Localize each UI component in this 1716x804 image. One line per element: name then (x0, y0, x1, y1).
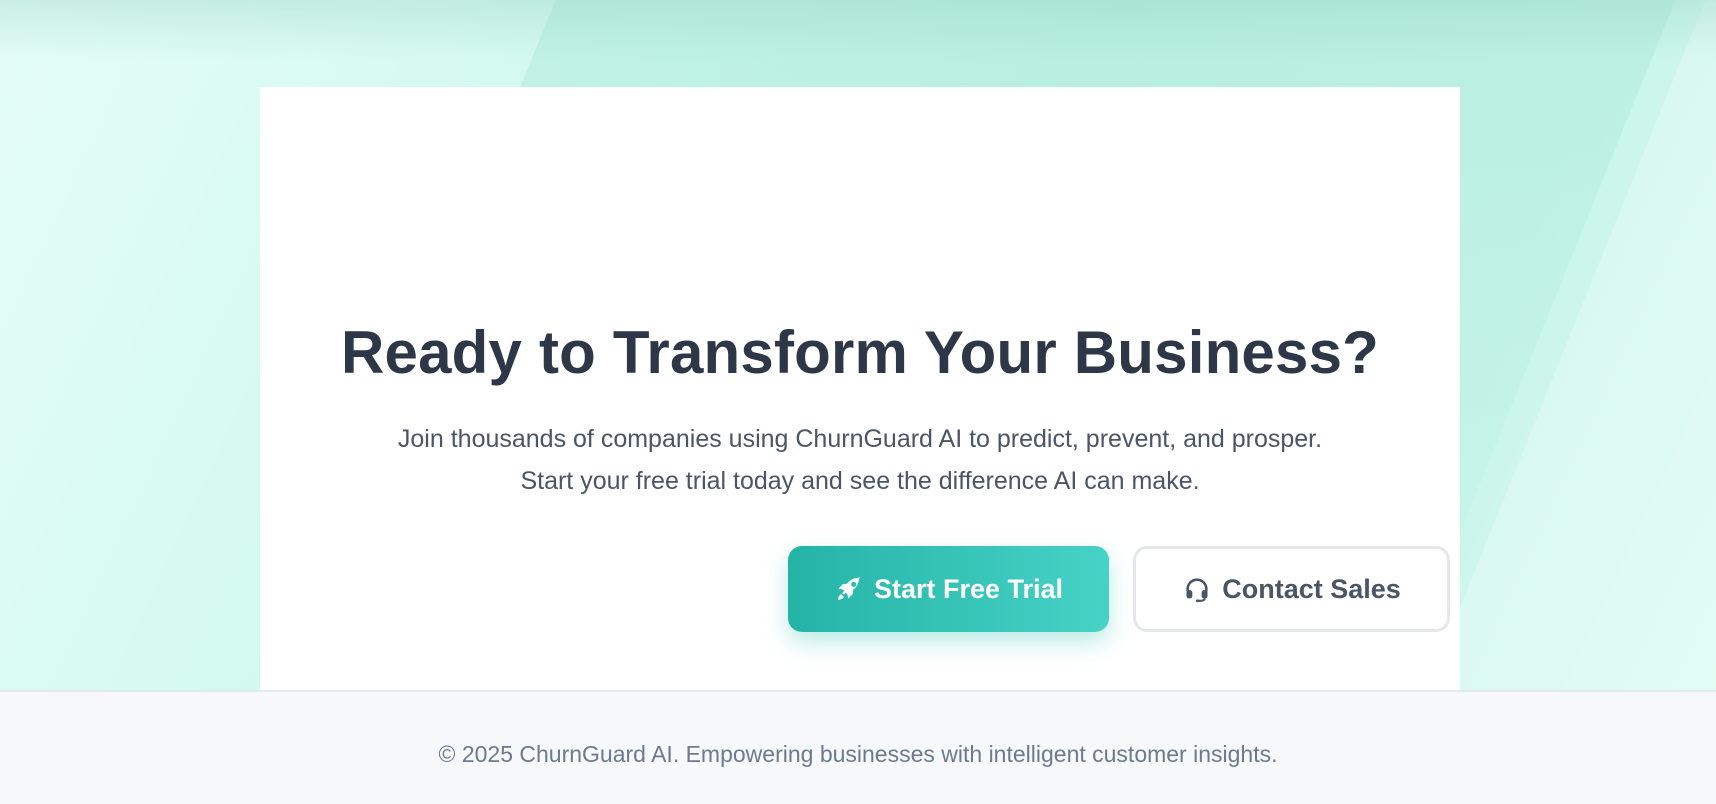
headset-icon (1182, 574, 1212, 604)
cta-card: Ready to Transform Your Business? Join t… (260, 87, 1460, 690)
cta-title: Ready to Transform Your Business? (341, 319, 1379, 386)
start-free-trial-label: Start Free Trial (873, 573, 1064, 604)
cta-subtitle-line-1: Join thousands of companies using ChurnG… (397, 425, 1323, 453)
cta-subtitle: Join thousands of companies using ChurnG… (260, 418, 1460, 502)
contact-sales-button[interactable]: Contact Sales (1133, 546, 1450, 632)
page: Ready to Transform Your Business? Join t… (0, 0, 1716, 804)
rocket-icon (834, 574, 864, 604)
start-free-trial-button[interactable]: Start Free Trial (788, 546, 1109, 632)
footer: © 2025 ChurnGuard AI. Empowering busines… (0, 690, 1716, 804)
contact-sales-label: Contact Sales (1222, 573, 1401, 604)
footer-copyright: © 2025 ChurnGuard AI. Empowering busines… (438, 741, 1278, 767)
cta-subtitle-line-2: Start your free trial today and see the … (520, 467, 1200, 495)
background-top-shade (0, 0, 1716, 60)
